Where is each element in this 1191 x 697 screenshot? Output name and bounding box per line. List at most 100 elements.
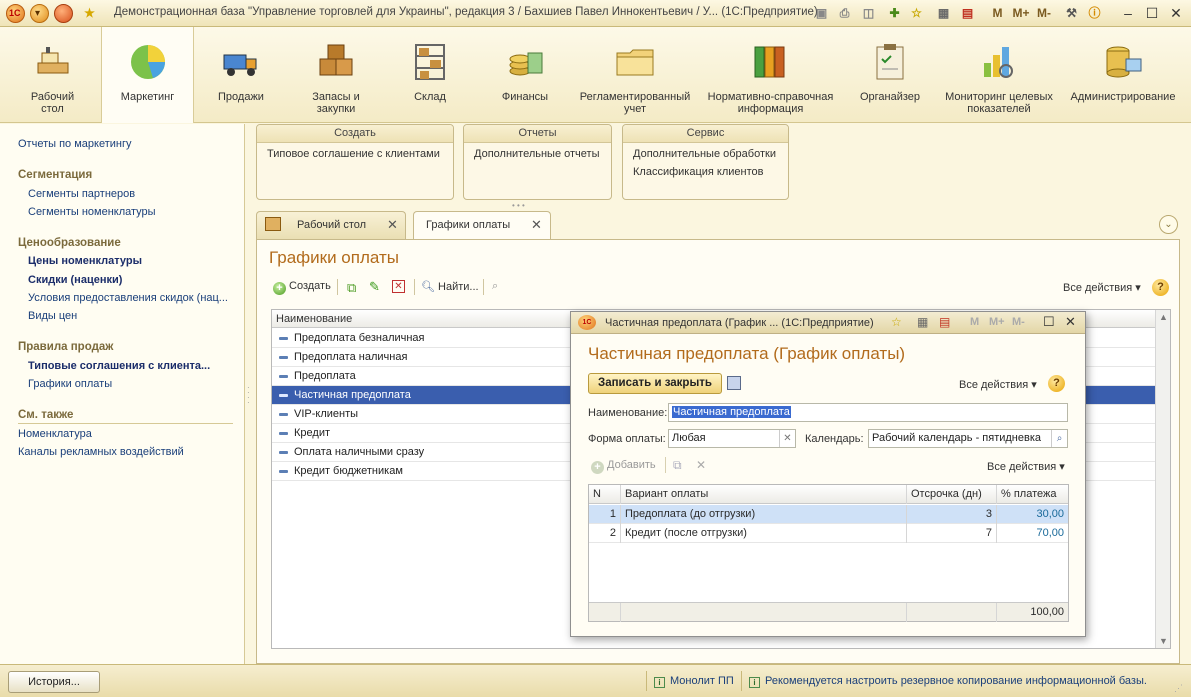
info-icon[interactable]: ⓘ bbox=[1086, 5, 1103, 22]
section-sales[interactable]: Продажи bbox=[196, 27, 286, 123]
help-question-icon[interactable]: ? bbox=[1152, 279, 1169, 296]
print-icon[interactable]: ⎙ bbox=[836, 5, 853, 22]
tab-payment-schedules[interactable]: Графики оплаты ✕ bbox=[413, 211, 551, 240]
section-stock-purchases[interactable]: Запасы и закупки bbox=[288, 27, 384, 123]
nav-product-segments[interactable]: Сегменты номенклатуры bbox=[28, 206, 156, 218]
user-link[interactable]: i Монолит ПП bbox=[654, 675, 734, 688]
search-icon[interactable]: ⌕ bbox=[1051, 430, 1067, 447]
cell-variant[interactable]: Кредит (после отгрузки) bbox=[621, 524, 907, 543]
maximize-button[interactable]: ☐ bbox=[1043, 314, 1055, 330]
section-reference-info[interactable]: Нормативно-справочная информация bbox=[697, 27, 844, 123]
save-and-close-button[interactable]: Записать и закрыть bbox=[588, 373, 722, 394]
name-field[interactable]: Частичная предоплата bbox=[668, 403, 1068, 422]
close-button[interactable]: ✕ bbox=[1065, 314, 1076, 330]
delete-row-icon[interactable]: ✕ bbox=[696, 458, 706, 472]
nav-ad-channels[interactable]: Каналы рекламных воздействий bbox=[18, 446, 184, 458]
tools-icon[interactable]: ⚒ bbox=[1063, 5, 1080, 22]
close-button[interactable]: ✕ bbox=[1165, 4, 1187, 23]
vertical-scrollbar[interactable]: ▲ ▼ bbox=[1155, 310, 1170, 648]
calculator-icon[interactable]: ▦ bbox=[935, 5, 952, 22]
section-administration[interactable]: Администрирование bbox=[1064, 27, 1182, 123]
favorites-star-icon[interactable]: ★ bbox=[81, 5, 98, 22]
find-button[interactable]: 🔍︎ Найти... bbox=[421, 280, 479, 293]
section-warehouse[interactable]: Склад bbox=[386, 27, 474, 123]
table-row[interactable]: 2 Кредит (после отгрузки) 7 70,00 bbox=[589, 524, 1068, 543]
preview-icon[interactable]: ◫ bbox=[860, 5, 877, 22]
backup-message[interactable]: i Рекомендуется настроить резервное копир… bbox=[749, 675, 1147, 688]
cell-n[interactable]: 1 bbox=[589, 505, 621, 524]
dialog-all-actions-menu[interactable]: Все действия ▾ bbox=[959, 378, 1037, 391]
nav-marketing-reports[interactable]: Отчеты по маркетингу bbox=[18, 138, 131, 150]
nav-payment-schedules[interactable]: Графики оплаты bbox=[28, 378, 112, 390]
copy-icon[interactable]: ⧉ bbox=[347, 280, 356, 296]
payment-form-field[interactable]: Любая ✕ bbox=[668, 429, 796, 448]
section-desktop[interactable]: Рабочий стол bbox=[5, 27, 100, 123]
minimize-button[interactable]: – bbox=[1117, 4, 1139, 23]
panel-splitter-handle[interactable]: · · · · bbox=[247, 384, 251, 407]
maximize-button[interactable]: ☐ bbox=[1141, 4, 1163, 23]
memory-mplus-button[interactable]: M+ bbox=[1010, 5, 1032, 22]
splitter-dots[interactable]: • • • bbox=[512, 201, 525, 210]
tab-close-icon[interactable]: ✕ bbox=[387, 217, 398, 233]
memory-m-button[interactable]: M bbox=[989, 5, 1006, 22]
tab-close-icon[interactable]: ✕ bbox=[531, 217, 542, 233]
calendar-icon[interactable]: ▤ bbox=[939, 315, 950, 329]
nav-standard-agreements[interactable]: Типовые соглашения с клиента... bbox=[28, 360, 210, 372]
memory-m-button[interactable]: M bbox=[970, 316, 979, 328]
scroll-up-icon[interactable]: ▲ bbox=[1159, 312, 1168, 322]
cell-delay[interactable]: 7 bbox=[907, 524, 997, 543]
cmd-create-agreement[interactable]: Типовое соглашение с клиентами bbox=[267, 148, 440, 160]
scroll-down-icon[interactable]: ▼ bbox=[1159, 636, 1168, 646]
cancel-search-icon[interactable]: ⌕ bbox=[492, 280, 498, 293]
copy-row-icon[interactable]: ⧉ bbox=[673, 458, 682, 473]
column-header-variant[interactable]: Вариант оплаты bbox=[621, 485, 907, 504]
cell-percent[interactable]: 30,00 bbox=[997, 505, 1068, 524]
memory-mminus-button[interactable]: M- bbox=[1034, 5, 1054, 22]
save-icon[interactable] bbox=[727, 376, 741, 390]
add-row-button[interactable]: + Добавить bbox=[591, 459, 656, 474]
favorite-star-icon[interactable]: ☆ bbox=[891, 315, 902, 329]
app-logo-icon[interactable]: 1С bbox=[578, 315, 596, 330]
create-button[interactable]: + Создать bbox=[273, 280, 331, 295]
nav-product-prices[interactable]: Цены номенклатуры bbox=[28, 255, 142, 267]
nav-nomenclature[interactable]: Номенклатура bbox=[18, 428, 92, 440]
nav-discount-conditions[interactable]: Условия предоставления скидок (нац... bbox=[28, 292, 228, 304]
app-logo-icon[interactable]: 1С bbox=[6, 4, 25, 23]
calendar-icon[interactable]: ▤ bbox=[959, 5, 976, 22]
cell-variant[interactable]: Предоплата (до отгрузки) bbox=[621, 505, 907, 524]
section-finance[interactable]: Финансы bbox=[477, 27, 573, 123]
memory-mminus-button[interactable]: M- bbox=[1012, 316, 1025, 328]
table-row[interactable]: 1 Предоплата (до отгрузки) 3 30,00 bbox=[589, 505, 1068, 524]
history-star-icon[interactable]: ☆ bbox=[908, 5, 925, 22]
section-monitoring[interactable]: Мониторинг целевых показателей bbox=[937, 27, 1061, 123]
section-marketing[interactable]: Маркетинг bbox=[101, 27, 194, 123]
cell-n[interactable]: 2 bbox=[589, 524, 621, 543]
calendar-field[interactable]: Рабочий календарь - пятидневка ⌕ bbox=[868, 429, 1068, 448]
column-header-percent[interactable]: % платежа bbox=[997, 485, 1068, 504]
collapse-panel-chevron-down-icon[interactable]: ⌄ bbox=[1159, 215, 1178, 234]
nav-price-types[interactable]: Виды цен bbox=[28, 310, 77, 322]
memory-mplus-button[interactable]: M+ bbox=[989, 316, 1005, 328]
table-all-actions-menu[interactable]: Все действия ▾ bbox=[987, 460, 1065, 473]
save-icon[interactable]: ▣ bbox=[813, 5, 830, 22]
nav-partner-segments[interactable]: Сегменты партнеров bbox=[28, 188, 135, 200]
navigation-menu-icon[interactable] bbox=[54, 4, 73, 23]
cell-delay[interactable]: 3 bbox=[907, 505, 997, 524]
history-button[interactable]: История... bbox=[8, 671, 100, 693]
cmd-additional-reports[interactable]: Дополнительные отчеты bbox=[474, 148, 599, 160]
section-organizer[interactable]: Органайзер bbox=[846, 27, 934, 123]
calculator-icon[interactable]: ▦ bbox=[917, 315, 928, 329]
section-regulated-accounting[interactable]: Регламентированный учет bbox=[576, 27, 694, 123]
column-header-delay[interactable]: Отсрочка (дн) bbox=[907, 485, 997, 504]
column-header-n[interactable]: N bbox=[589, 485, 621, 504]
cell-percent[interactable]: 70,00 bbox=[997, 524, 1068, 543]
nav-discounts[interactable]: Скидки (наценки) bbox=[28, 274, 122, 286]
cmd-client-classification[interactable]: Классификация клиентов bbox=[633, 166, 763, 178]
delete-icon[interactable]: ✕ bbox=[392, 280, 405, 293]
main-menu-icon[interactable]: ▾ bbox=[30, 4, 49, 23]
all-actions-menu[interactable]: Все действия ▾ bbox=[1063, 281, 1141, 294]
tab-desktop[interactable]: Рабочий стол ✕ bbox=[256, 211, 406, 239]
cmd-additional-processing[interactable]: Дополнительные обработки bbox=[633, 148, 776, 160]
edit-pencil-icon[interactable]: ✎ bbox=[369, 279, 380, 295]
add-favorite-icon[interactable]: ✚ bbox=[886, 5, 903, 22]
